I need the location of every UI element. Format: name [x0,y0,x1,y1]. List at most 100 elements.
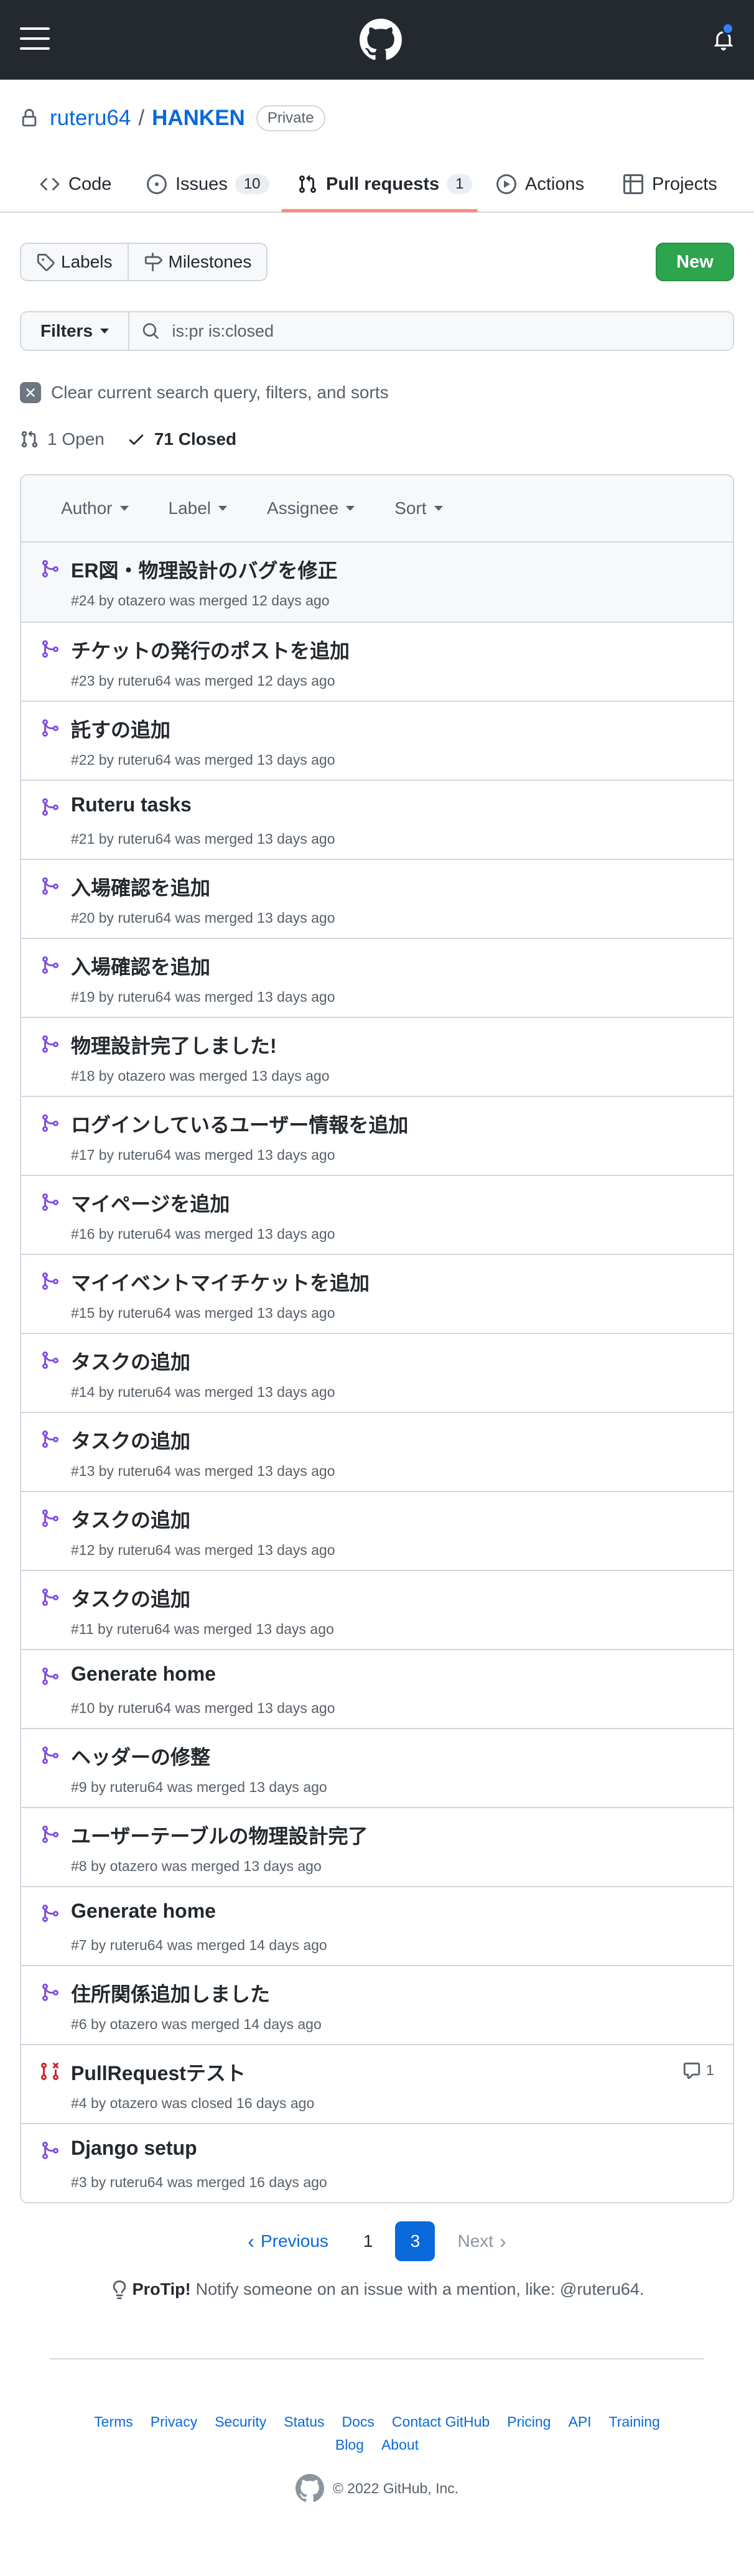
search-input[interactable] [172,321,733,341]
pull-request-title[interactable]: タスクの追加 [71,1346,190,1375]
labels-button[interactable]: Labels [21,244,128,280]
next-page-link[interactable]: Next › [445,2221,524,2261]
pull-request-title[interactable]: Ruteru tasks [71,793,192,816]
footer-link-blog[interactable]: Blog [335,2437,364,2453]
pull-request-title[interactable]: Django setup [71,2137,197,2160]
pull-request-title[interactable]: タスクの追加 [71,1584,190,1612]
footer-link-privacy[interactable]: Privacy [151,2414,197,2430]
tab-projects[interactable]: Projects [623,166,717,203]
footer-divider [50,2358,704,2359]
hamburger-menu-icon[interactable] [20,25,50,52]
clear-filters-text: Clear current search query, filters, and… [51,383,389,402]
github-mark-icon[interactable] [295,2474,324,2503]
copyright-text: © 2022 GitHub, Inc. [332,2480,459,2496]
comment-icon [683,2062,700,2079]
new-pull-request-button[interactable]: New [656,243,734,281]
previous-page-label: Previous [260,2231,328,2251]
closed-state-link[interactable]: 71 Closed [127,429,236,449]
pull-request-title[interactable]: ER図・物理設計のバグを修正 [71,555,337,584]
git-merge-icon [40,1666,60,1686]
pull-request-title[interactable]: ヘッダーの修整 [71,1742,210,1770]
pull-request-title[interactable]: タスクの追加 [71,1505,190,1533]
pull-request-meta: #15 by ruteru64 was merged 13 days ago [71,1305,335,1321]
page-link[interactable]: 1 [351,2221,386,2261]
check-icon [129,434,144,445]
pull-request-row: ログインしているユーザー情報を追加 #17 by ruteru64 was mer… [21,1096,733,1175]
label-dropdown[interactable]: Label [169,498,228,518]
pull-request-title[interactable]: 入場確認を追加 [71,872,210,901]
pull-request-meta: #12 by ruteru64 was merged 13 days ago [71,1542,335,1558]
git-merge-icon [40,559,60,579]
pull-request-title[interactable]: Generate home [71,1900,216,1923]
table-icon [623,174,643,194]
author-dropdown[interactable]: Author [61,498,129,518]
light-bulb-icon [113,2280,126,2299]
pull-request-title[interactable]: PullRequestテスト [71,2058,246,2086]
tab-pull-requests[interactable]: Pull requests 1 [297,166,473,203]
footer-links: Terms Privacy Security Status Docs Contact Gi… [62,2410,692,2457]
pull-request-title[interactable]: タスクの追加 [71,1426,190,1454]
footer-link-pricing[interactable]: Pricing [507,2414,551,2430]
pull-request-title[interactable]: 託すの追加 [71,714,170,743]
sort-dropdown[interactable]: Sort [394,498,443,518]
pull-request-meta: #13 by ruteru64 was merged 13 days ago [71,1463,335,1479]
git-merge-icon [40,1587,60,1607]
pull-request-row: 物理設計完了しました! #18 by otazero was merged 13 … [21,1017,733,1096]
footer-link-status[interactable]: Status [284,2414,324,2430]
footer-link-training[interactable]: Training [609,2414,660,2430]
pull-request-title[interactable]: ログインしているユーザー情報を追加 [71,1109,408,1138]
tab-code[interactable]: Code [40,166,111,203]
pull-request-title[interactable]: ユーザーテーブルの物理設計完了 [71,1821,368,1849]
chevron-down-icon [119,506,129,511]
pull-request-row: 入場確認を追加 #20 by ruteru64 was merged 13 day… [21,859,733,938]
pagination: ‹ Previous 1 3 Next › [0,2221,754,2261]
pull-request-title[interactable]: チケットの発行のポストを追加 [71,635,350,664]
tab-actions[interactable]: Actions [496,166,584,203]
code-icon [40,177,60,191]
repo-owner-link[interactable]: ruteru64 [50,106,131,131]
footer-link-docs[interactable]: Docs [342,2414,375,2430]
open-state-link[interactable]: 1 Open [20,429,105,449]
github-logo-icon[interactable] [360,19,402,61]
current-page[interactable]: 3 [395,2221,435,2261]
pull-request-title[interactable]: Generate home [71,1663,216,1686]
previous-page-link[interactable]: ‹ Previous [229,2221,341,2261]
clear-filters-link[interactable]: Clear current search query, filters, and… [20,382,389,403]
filters-dropdown[interactable]: Filters [21,312,129,350]
pull-request-meta: #6 by otazero was merged 14 days ago [71,2016,322,2032]
milestone-icon [144,253,162,271]
git-merge-icon [40,1429,60,1449]
chevron-right-icon: › [500,2229,506,2252]
pull-request-row: Generate home #7 by ruteru64 was merged 1… [21,1886,733,1965]
repo-name-link[interactable]: HANKEN [152,106,245,131]
labels-button-label: Labels [61,252,113,271]
pull-request-row: タスクの追加 #13 by ruteru64 was merged 13 days… [21,1412,733,1491]
pull-request-title[interactable]: 入場確認を追加 [71,951,210,980]
footer-link-security[interactable]: Security [215,2414,266,2430]
pull-request-icon [299,175,317,194]
pull-request-row: マイイベントマイチケットを追加 #15 by ruteru64 was merge… [21,1254,733,1333]
sort-dropdown-label: Sort [394,498,427,518]
git-merge-icon [40,718,60,738]
pull-request-meta: #21 by ruteru64 was merged 13 days ago [71,831,335,847]
pull-request-meta: #24 by otazero was merged 12 days ago [71,592,330,609]
footer-link-api[interactable]: API [568,2414,591,2430]
author-dropdown-label: Author [61,498,113,518]
pull-request-title[interactable]: 住所関係追加しました [71,1979,270,2007]
git-merge-icon [40,797,60,817]
footer-link-about[interactable]: About [381,2437,419,2453]
comments-link[interactable]: 1 [682,2061,714,2080]
pull-request-meta: #9 by ruteru64 was merged 13 days ago [71,1779,327,1795]
milestones-button[interactable]: Milestones [127,244,267,280]
pull-request-title[interactable]: マイイベントマイチケットを追加 [71,1267,370,1296]
repo-title: ruteru64 / HANKEN Private [20,102,325,134]
footer-link-terms[interactable]: Terms [94,2414,133,2430]
pull-request-title[interactable]: 物理設計完了しました! [71,1030,277,1059]
assignee-dropdown[interactable]: Assignee [267,498,355,518]
milestones-button-label: Milestones [168,252,252,271]
tab-issues[interactable]: Issues 10 [147,166,269,203]
pull-request-title[interactable]: マイページを追加 [71,1188,230,1217]
footer-link-contact[interactable]: Contact GitHub [392,2414,490,2430]
pull-request-row: ユーザーテーブルの物理設計完了 #8 by otazero was merged … [21,1807,733,1886]
protip-text: Notify someone on an issue with a mentio… [195,2280,645,2298]
